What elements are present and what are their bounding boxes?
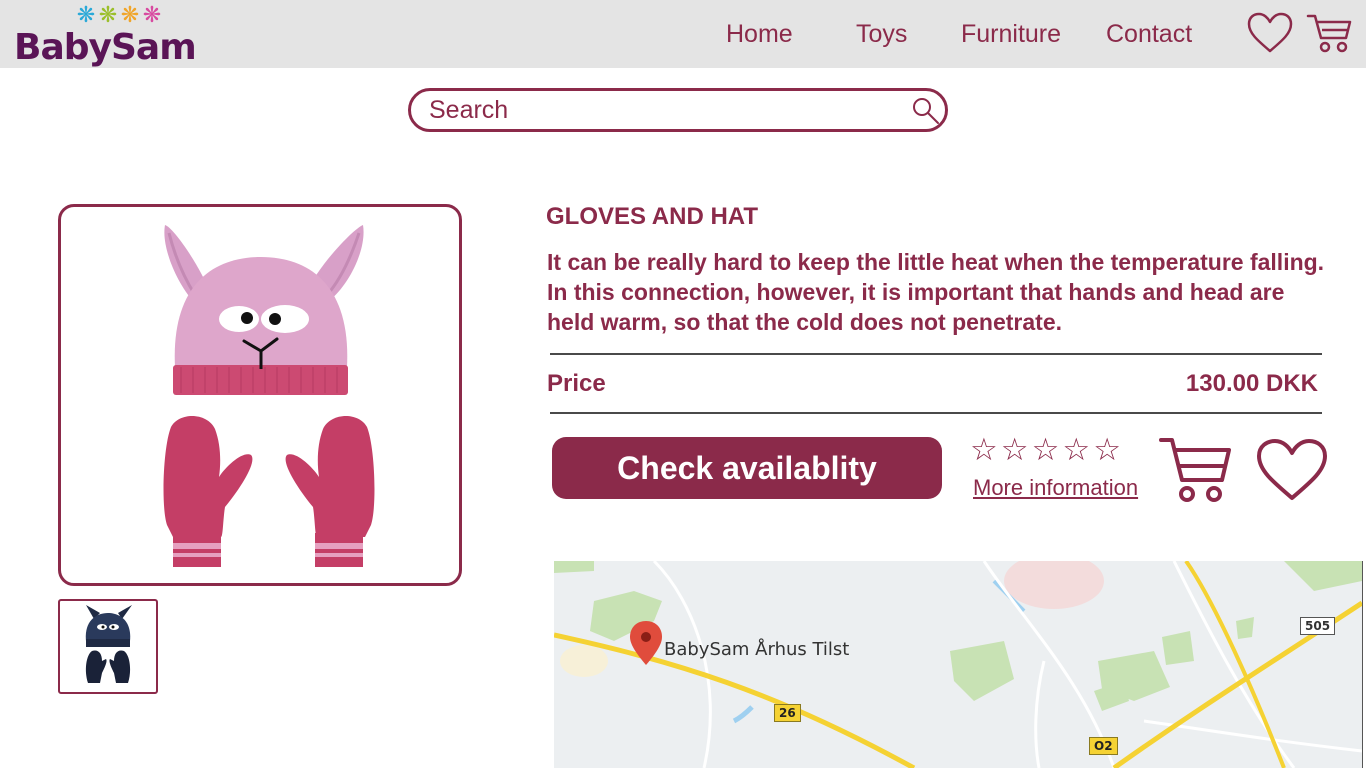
cart-icon[interactable] bbox=[1306, 12, 1352, 54]
star-3-icon[interactable]: ☆ bbox=[1032, 432, 1063, 467]
check-availability-button[interactable]: Check availablity bbox=[552, 437, 942, 499]
logo-flower-green: ❋ bbox=[98, 2, 120, 27]
add-to-wishlist-heart-icon[interactable] bbox=[1256, 438, 1328, 502]
store-location-map[interactable]: BabySam Århus Tilst 26 O2 505 bbox=[554, 561, 1363, 768]
logo-flower-orange: ❋ bbox=[120, 2, 142, 27]
nav-furniture[interactable]: Furniture bbox=[961, 19, 1061, 49]
babysam-logo[interactable]: ❋❋❋❋ BabySam bbox=[14, 4, 197, 68]
store-location-label: BabySam Århus Tilst bbox=[664, 639, 850, 660]
heart-icon[interactable] bbox=[1247, 12, 1293, 54]
product-description: It can be really hard to keep the little… bbox=[547, 249, 1325, 335]
star-2-icon[interactable]: ☆ bbox=[1001, 432, 1032, 467]
product-title: GLOVES AND HAT bbox=[546, 203, 759, 230]
price-value: 130.00 DKK bbox=[1185, 370, 1318, 397]
road-sign-505: 505 bbox=[1300, 617, 1336, 635]
road-sign-o2: O2 bbox=[1089, 737, 1118, 755]
star-rating: ☆☆☆☆☆ bbox=[970, 432, 1124, 468]
divider-bottom bbox=[550, 412, 1322, 414]
road-sign-26: 26 bbox=[774, 704, 801, 722]
product-thumbnail[interactable] bbox=[58, 599, 158, 694]
more-information-link[interactable]: More information bbox=[973, 475, 1138, 501]
nav-contact[interactable]: Contact bbox=[1106, 19, 1192, 49]
logo-text: BabySam bbox=[14, 27, 197, 68]
nav-toys[interactable]: Toys bbox=[856, 19, 907, 49]
star-5-icon[interactable]: ☆ bbox=[1093, 432, 1124, 467]
pink-hat-and-mittens-image bbox=[163, 225, 375, 567]
star-1-icon[interactable]: ☆ bbox=[970, 432, 1001, 467]
search-icon[interactable] bbox=[910, 95, 942, 127]
star-4-icon[interactable]: ☆ bbox=[1062, 432, 1093, 467]
product-main-image[interactable] bbox=[58, 204, 462, 586]
search-input[interactable] bbox=[429, 96, 899, 124]
price-label: Price bbox=[547, 370, 606, 397]
navy-hat-and-mittens-image bbox=[85, 605, 132, 683]
divider-top bbox=[550, 353, 1322, 355]
site-header: ❋❋❋❋ BabySam Home Toys Furniture Contact bbox=[0, 0, 1366, 68]
map-background bbox=[554, 561, 1362, 768]
logo-flowers: ❋❋❋❋ bbox=[76, 4, 164, 26]
add-to-cart-icon[interactable] bbox=[1158, 436, 1232, 504]
logo-flower-blue: ❋ bbox=[76, 2, 98, 27]
search-bar bbox=[408, 88, 948, 132]
nav-home[interactable]: Home bbox=[726, 19, 793, 49]
logo-flower-pink: ❋ bbox=[142, 2, 164, 27]
